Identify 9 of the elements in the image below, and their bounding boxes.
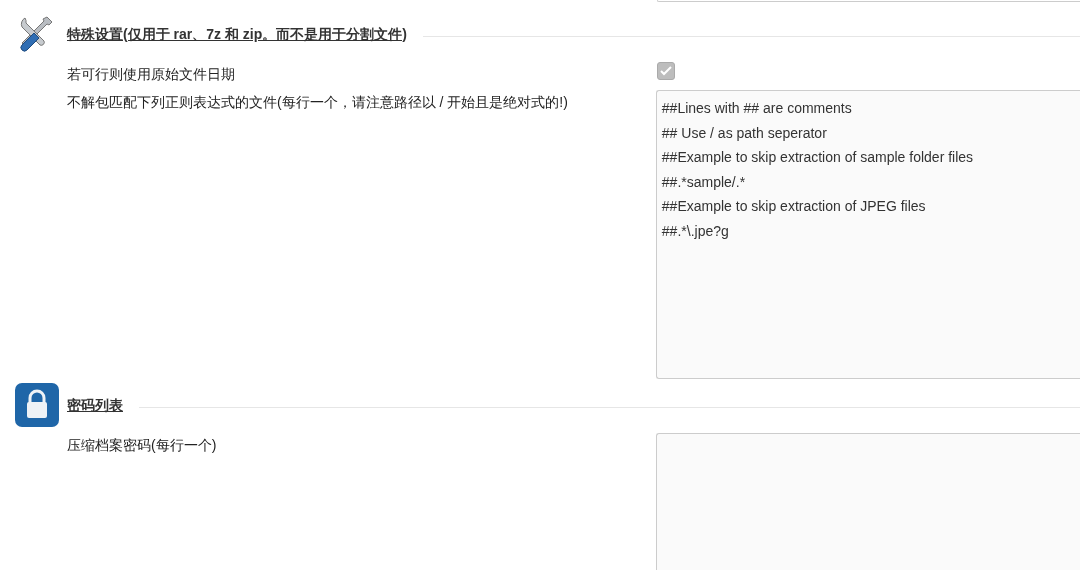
field-label: 若可行则使用原始文件日期 xyxy=(67,65,236,84)
lock-icon xyxy=(15,383,59,427)
text-area[interactable]: ##Lines with ## are comments ## Use / as path seperator ##Example to skip extraction of sample folder files ##.*sample/.* ##Example to skip extraction of JPEG files ##.*\.jpe?g xyxy=(655,90,1080,379)
text-area[interactable] xyxy=(655,433,1080,570)
section-title: 密码列表 xyxy=(67,395,123,415)
field-label: 不解包匹配下列正则表达式的文件(每行一个，请注意路径以 / 开始且是绝对式的!) xyxy=(67,93,569,112)
field-label: 压缩档案密码(每行一个) xyxy=(67,436,218,455)
checkbox[interactable] xyxy=(657,62,675,80)
section-title: 特殊设置(仅用于 rar、7z 和 zip。而不是用于分割文件) xyxy=(67,24,407,44)
